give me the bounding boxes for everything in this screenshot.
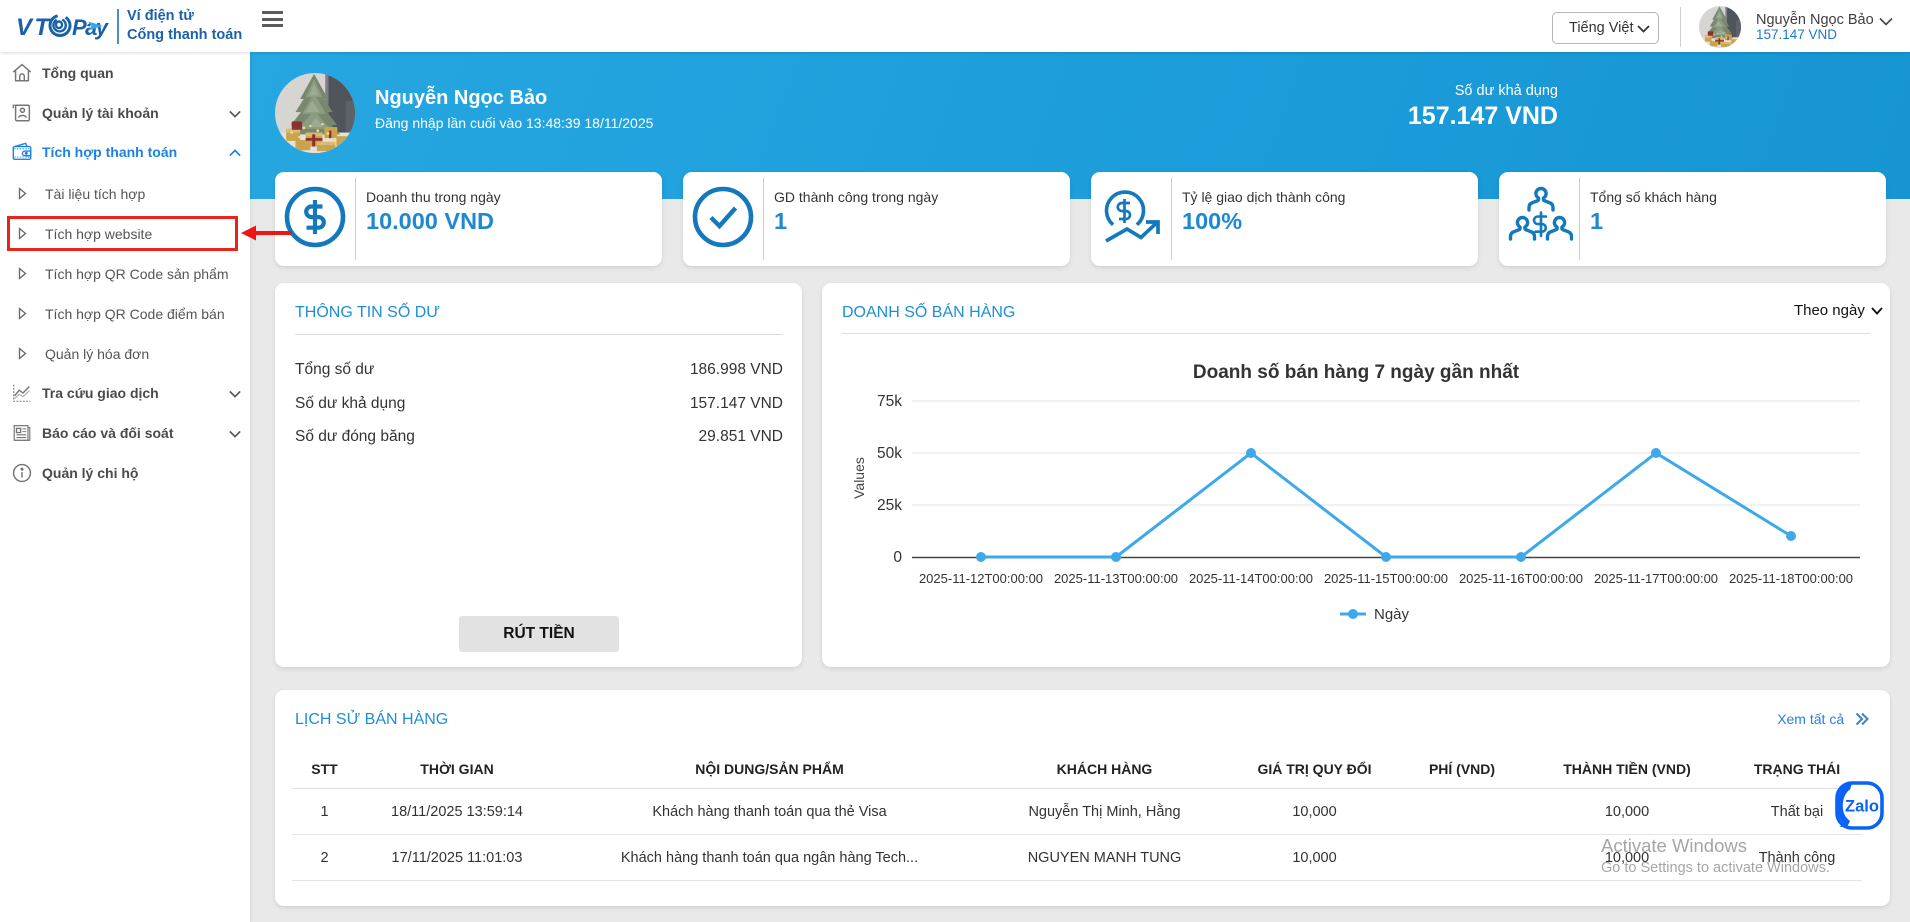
svg-text:2025-11-12T00:00:00: 2025-11-12T00:00:00	[919, 571, 1043, 586]
svg-text:Zalo: Zalo	[1845, 798, 1879, 816]
svg-text:Values: Values	[851, 457, 867, 499]
svg-text:50k: 50k	[877, 445, 902, 462]
svg-text:25k: 25k	[877, 497, 902, 514]
svg-text:Doanh số bán hàng 7 ngày gần n: Doanh số bán hàng 7 ngày gần nhất	[1193, 362, 1520, 383]
svg-text:2025-11-13T00:00:00: 2025-11-13T00:00:00	[1054, 571, 1178, 586]
svg-text:75k: 75k	[877, 393, 902, 410]
svg-text:2025-11-18T00:00:00: 2025-11-18T00:00:00	[1729, 571, 1853, 586]
svg-text:0: 0	[893, 549, 902, 566]
svg-text:2025-11-16T00:00:00: 2025-11-16T00:00:00	[1459, 571, 1583, 586]
svg-text:2025-11-14T00:00:00: 2025-11-14T00:00:00	[1189, 571, 1313, 586]
svg-text:2025-11-17T00:00:00: 2025-11-17T00:00:00	[1594, 571, 1718, 586]
svg-text:Ngày: Ngày	[1374, 606, 1410, 623]
svg-text:2025-11-15T00:00:00: 2025-11-15T00:00:00	[1324, 571, 1448, 586]
svg-text:VT: VT	[16, 14, 51, 41]
